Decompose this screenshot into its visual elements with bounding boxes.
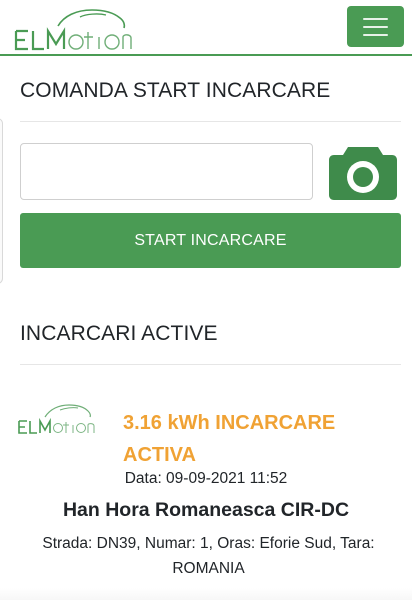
side-panel-edge[interactable] [0,118,3,284]
divider [20,121,401,122]
hamburger-icon [363,18,388,20]
elmotion-logo-graphic [18,404,95,434]
scan-qr-camera-button[interactable] [328,143,398,200]
camera-icon [329,147,397,200]
start-charging-title: COMANDA START INCARCARE [20,79,331,102]
active-charge-card[interactable]: 3.16 kWh INCARCARE ACTIVA Data: 09-09-20… [0,380,412,580]
divider [20,364,401,365]
navbar-divider [0,54,412,56]
active-charges-title: INCARCARI ACTIVE [20,322,218,345]
card-elmotion-logo [17,400,95,436]
elmotion-logo[interactable] [14,4,132,52]
start-charging-button[interactable]: START INCARCARE [20,213,401,268]
station-address: Strada: DN39, Numar: 1, Oras: Eforie Sud… [42,535,375,577]
station-name: Han Hora Romaneasca CIR-DC [62,499,350,521]
navbar [0,0,412,56]
bottom-edge [0,588,412,600]
hamburger-icon-bar [363,26,388,28]
menu-toggle-button[interactable] [347,6,404,47]
hamburger-icon-bar [363,34,388,36]
charge-status: 3.16 kWh INCARCARE ACTIVA [123,412,336,466]
charge-date: Data: 09-09-2021 11:52 [124,470,288,487]
elmotion-logo-graphic [14,9,132,51]
charger-code-input[interactable] [20,143,313,200]
